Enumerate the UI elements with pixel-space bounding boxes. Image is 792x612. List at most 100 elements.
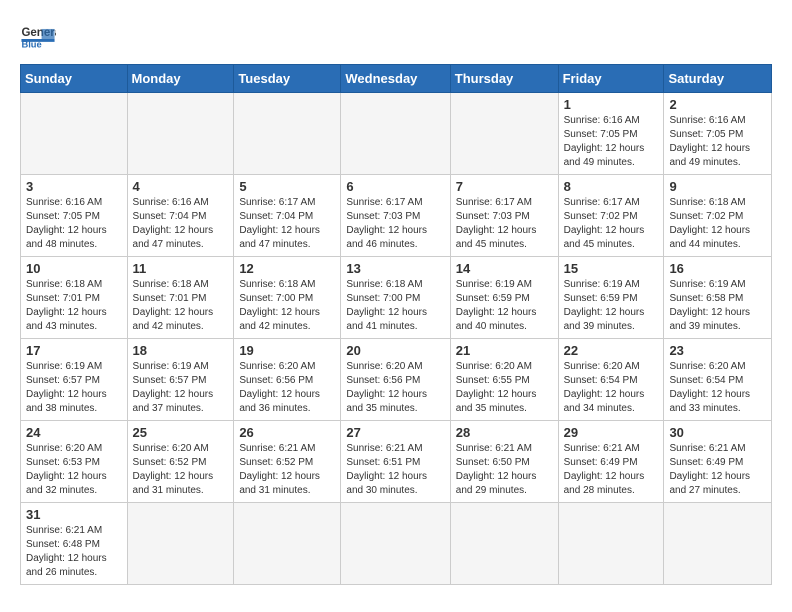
day-cell: 10 Sunrise: 6:18 AM Sunset: 7:01 PM Dayli… bbox=[21, 257, 128, 339]
day-cell bbox=[21, 93, 128, 175]
day-cell: 21 Sunrise: 6:20 AM Sunset: 6:55 PM Dayli… bbox=[450, 339, 558, 421]
day-info: Sunrise: 6:20 AM Sunset: 6:53 PM Dayligh… bbox=[26, 442, 122, 498]
day-number: 13 bbox=[346, 261, 444, 276]
day-cell: 5 Sunrise: 6:17 AM Sunset: 7:04 PM Daylig… bbox=[234, 175, 341, 257]
day-info: Sunrise: 6:21 AM Sunset: 6:50 PM Dayligh… bbox=[456, 442, 553, 498]
day-number: 23 bbox=[669, 343, 766, 358]
day-number: 26 bbox=[239, 425, 335, 440]
day-info: Sunrise: 6:18 AM Sunset: 7:01 PM Dayligh… bbox=[26, 278, 122, 334]
day-cell: 25 Sunrise: 6:20 AM Sunset: 6:52 PM Dayli… bbox=[127, 421, 234, 503]
day-number: 1 bbox=[564, 97, 659, 112]
day-info: Sunrise: 6:18 AM Sunset: 7:00 PM Dayligh… bbox=[239, 278, 335, 334]
day-number: 6 bbox=[346, 179, 444, 194]
day-info: Sunrise: 6:19 AM Sunset: 6:58 PM Dayligh… bbox=[669, 278, 766, 334]
day-cell: 28 Sunrise: 6:21 AM Sunset: 6:50 PM Dayli… bbox=[450, 421, 558, 503]
weekday-header-tuesday: Tuesday bbox=[234, 65, 341, 93]
day-cell: 17Sunrise: 6:19 AM Sunset: 6:57 PM Dayli… bbox=[21, 339, 128, 421]
day-info: Sunrise: 6:17 AM Sunset: 7:04 PM Dayligh… bbox=[239, 196, 335, 252]
day-number: 8 bbox=[564, 179, 659, 194]
calendar-page: General Blue SundayMondayTuesdayWednesda… bbox=[0, 0, 792, 601]
day-number: 12 bbox=[239, 261, 335, 276]
weekday-header-friday: Friday bbox=[558, 65, 664, 93]
day-cell: 15Sunrise: 6:19 AM Sunset: 6:59 PM Dayli… bbox=[558, 257, 664, 339]
day-info: Sunrise: 6:16 AM Sunset: 7:05 PM Dayligh… bbox=[564, 114, 659, 170]
day-info: Sunrise: 6:20 AM Sunset: 6:56 PM Dayligh… bbox=[346, 360, 444, 416]
day-cell bbox=[450, 93, 558, 175]
day-number: 24 bbox=[26, 425, 122, 440]
day-cell: 20 Sunrise: 6:20 AM Sunset: 6:56 PM Dayli… bbox=[341, 339, 450, 421]
day-number: 21 bbox=[456, 343, 553, 358]
day-info: Sunrise: 6:21 AM Sunset: 6:51 PM Dayligh… bbox=[346, 442, 444, 498]
day-number: 17 bbox=[26, 343, 122, 358]
day-info: Sunrise: 6:19 AM Sunset: 6:57 PM Dayligh… bbox=[133, 360, 229, 416]
day-cell: 7 Sunrise: 6:17 AM Sunset: 7:03 PM Daylig… bbox=[450, 175, 558, 257]
day-info: Sunrise: 6:20 AM Sunset: 6:54 PM Dayligh… bbox=[564, 360, 659, 416]
day-number: 18 bbox=[133, 343, 229, 358]
day-number: 4 bbox=[133, 179, 229, 194]
day-number: 9 bbox=[669, 179, 766, 194]
day-cell bbox=[127, 93, 234, 175]
week-row-5: 24 Sunrise: 6:20 AM Sunset: 6:53 PM Dayli… bbox=[21, 421, 772, 503]
day-cell: 8 Sunrise: 6:17 AM Sunset: 7:02 PM Daylig… bbox=[558, 175, 664, 257]
week-row-6: 31 Sunrise: 6:21 AM Sunset: 6:48 PM Dayli… bbox=[21, 503, 772, 585]
day-cell: 18 Sunrise: 6:19 AM Sunset: 6:57 PM Dayli… bbox=[127, 339, 234, 421]
day-info: Sunrise: 6:20 AM Sunset: 6:55 PM Dayligh… bbox=[456, 360, 553, 416]
day-cell: 31 Sunrise: 6:21 AM Sunset: 6:48 PM Dayli… bbox=[21, 503, 128, 585]
day-cell: 1 Sunrise: 6:16 AM Sunset: 7:05 PM Daylig… bbox=[558, 93, 664, 175]
day-cell: 23 Sunrise: 6:20 AM Sunset: 6:54 PM Dayli… bbox=[664, 339, 772, 421]
day-number: 3 bbox=[26, 179, 122, 194]
day-info: Sunrise: 6:17 AM Sunset: 7:02 PM Dayligh… bbox=[564, 196, 659, 252]
day-cell: 19 Sunrise: 6:20 AM Sunset: 6:56 PM Dayli… bbox=[234, 339, 341, 421]
day-number: 28 bbox=[456, 425, 553, 440]
day-info: Sunrise: 6:21 AM Sunset: 6:52 PM Dayligh… bbox=[239, 442, 335, 498]
day-number: 20 bbox=[346, 343, 444, 358]
day-cell: 4Sunrise: 6:16 AM Sunset: 7:04 PM Daylig… bbox=[127, 175, 234, 257]
day-number: 16 bbox=[669, 261, 766, 276]
weekday-header-row: SundayMondayTuesdayWednesdayThursdayFrid… bbox=[21, 65, 772, 93]
day-cell: 29Sunrise: 6:21 AM Sunset: 6:49 PM Dayli… bbox=[558, 421, 664, 503]
day-info: Sunrise: 6:20 AM Sunset: 6:56 PM Dayligh… bbox=[239, 360, 335, 416]
logo: General Blue bbox=[20, 16, 60, 52]
day-cell: 30Sunrise: 6:21 AM Sunset: 6:49 PM Dayli… bbox=[664, 421, 772, 503]
day-cell bbox=[341, 503, 450, 585]
day-number: 11 bbox=[133, 261, 229, 276]
day-info: Sunrise: 6:16 AM Sunset: 7:05 PM Dayligh… bbox=[669, 114, 766, 170]
day-number: 31 bbox=[26, 507, 122, 522]
day-info: Sunrise: 6:20 AM Sunset: 6:52 PM Dayligh… bbox=[133, 442, 229, 498]
day-cell: 11 Sunrise: 6:18 AM Sunset: 7:01 PM Dayli… bbox=[127, 257, 234, 339]
day-number: 15 bbox=[564, 261, 659, 276]
day-number: 7 bbox=[456, 179, 553, 194]
day-cell: 6 Sunrise: 6:17 AM Sunset: 7:03 PM Daylig… bbox=[341, 175, 450, 257]
day-info: Sunrise: 6:19 AM Sunset: 6:59 PM Dayligh… bbox=[456, 278, 553, 334]
day-info: Sunrise: 6:16 AM Sunset: 7:05 PM Dayligh… bbox=[26, 196, 122, 252]
week-row-1: 1 Sunrise: 6:16 AM Sunset: 7:05 PM Daylig… bbox=[21, 93, 772, 175]
weekday-header-monday: Monday bbox=[127, 65, 234, 93]
day-cell: 12 Sunrise: 6:18 AM Sunset: 7:00 PM Dayli… bbox=[234, 257, 341, 339]
day-number: 5 bbox=[239, 179, 335, 194]
day-info: Sunrise: 6:17 AM Sunset: 7:03 PM Dayligh… bbox=[346, 196, 444, 252]
day-number: 10 bbox=[26, 261, 122, 276]
day-info: Sunrise: 6:18 AM Sunset: 7:01 PM Dayligh… bbox=[133, 278, 229, 334]
weekday-header-thursday: Thursday bbox=[450, 65, 558, 93]
day-number: 14 bbox=[456, 261, 553, 276]
week-row-4: 17 Sunrise: 6:19 AM Sunset: 6:57 PM Dayli… bbox=[21, 339, 772, 421]
day-info: Sunrise: 6:21 AM Sunset: 6:48 PM Dayligh… bbox=[26, 524, 122, 580]
day-cell: 14 Sunrise: 6:19 AM Sunset: 6:59 PM Dayli… bbox=[450, 257, 558, 339]
day-cell: 13 Sunrise: 6:18 AM Sunset: 7:00 PM Dayli… bbox=[341, 257, 450, 339]
day-cell bbox=[664, 503, 772, 585]
weekday-header-saturday: Saturday bbox=[664, 65, 772, 93]
day-info: Sunrise: 6:17 AM Sunset: 7:03 PM Dayligh… bbox=[456, 196, 553, 252]
day-number: 29 bbox=[564, 425, 659, 440]
weekday-header-sunday: Sunday bbox=[21, 65, 128, 93]
day-number: 19 bbox=[239, 343, 335, 358]
day-cell: 2Sunrise: 6:16 AM Sunset: 7:05 PM Daylig… bbox=[664, 93, 772, 175]
day-cell: 22Sunrise: 6:20 AM Sunset: 6:54 PM Dayli… bbox=[558, 339, 664, 421]
day-number: 25 bbox=[133, 425, 229, 440]
day-info: Sunrise: 6:18 AM Sunset: 7:00 PM Dayligh… bbox=[346, 278, 444, 334]
day-cell bbox=[234, 93, 341, 175]
day-cell bbox=[341, 93, 450, 175]
day-info: Sunrise: 6:20 AM Sunset: 6:54 PM Dayligh… bbox=[669, 360, 766, 416]
day-number: 27 bbox=[346, 425, 444, 440]
day-cell: 3 Sunrise: 6:16 AM Sunset: 7:05 PM Daylig… bbox=[21, 175, 128, 257]
day-cell: 27 Sunrise: 6:21 AM Sunset: 6:51 PM Dayli… bbox=[341, 421, 450, 503]
